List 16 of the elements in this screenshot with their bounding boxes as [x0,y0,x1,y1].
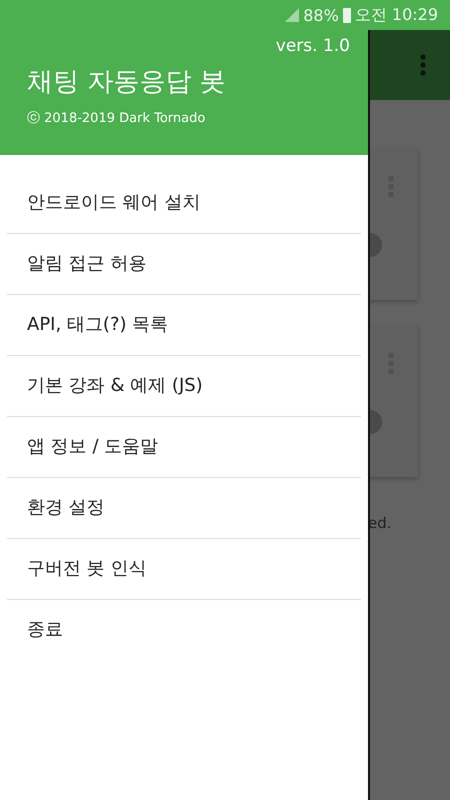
copyright-text: ⓒ 2018-2019 Dark Tornado [27,110,206,127]
clock: 오전 10:29 [354,4,438,26]
app-title: 채팅 자동응답 봇 [27,66,227,99]
menu-item[interactable]: 구버전 봇 인식 [7,539,361,600]
menu-item[interactable]: 종료 [7,600,361,660]
battery-icon [342,8,351,22]
menu-item[interactable]: 앱 정보 / 도움말 [7,417,361,478]
menu-item[interactable]: 알림 접근 허용 [7,234,361,295]
battery-percent: 88% [303,6,339,24]
menu-item[interactable]: 환경 설정 [7,478,361,539]
signal-icon [285,8,300,22]
menu-item[interactable]: API, 태그(?) 목록 [7,295,361,356]
menu-item[interactable]: 안드로이드 웨어 설치 [7,173,361,234]
version-label: vers. 1.0 [276,36,350,56]
menu-item[interactable]: 기본 강좌 & 예제 (JS) [7,356,361,417]
more-icon[interactable] [420,54,426,76]
